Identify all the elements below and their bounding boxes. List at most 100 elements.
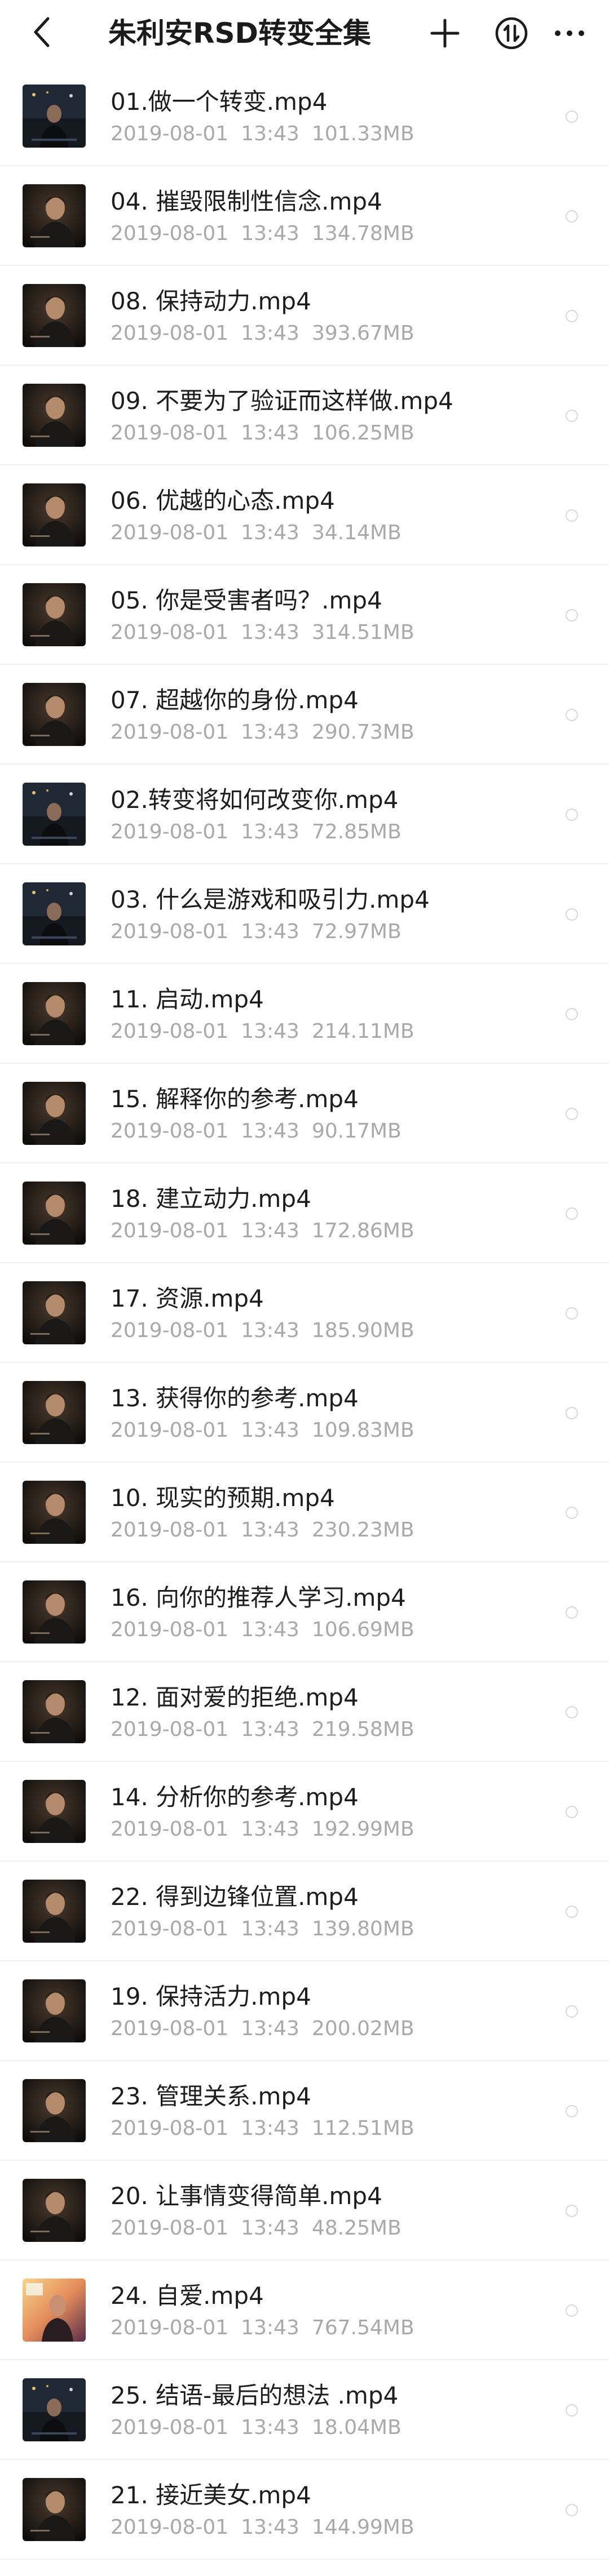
file-name: 14. 分析你的参考.mp4: [111, 1783, 359, 1811]
file-row[interactable]: 16. 向你的推荐人学习.mp4 2019-08-01 13:43 106.69MB: [0, 1562, 609, 1662]
file-row[interactable]: 24. 自爱.mp4 2019-08-01 13:43 767.54MB: [0, 2260, 609, 2360]
more-button[interactable]: [549, 12, 590, 54]
file-time: 13:43: [241, 1419, 299, 1442]
sort-button[interactable]: [491, 12, 532, 54]
video-thumbnail: [23, 1381, 86, 1444]
file-row[interactable]: 12. 面对爱的拒绝.mp4 2019-08-01 13:43 219.58MB: [0, 1662, 609, 1762]
file-row[interactable]: 19. 保持活力.mp4 2019-08-01 13:43 200.02MB: [0, 1961, 609, 2061]
select-radio[interactable]: [566, 1507, 578, 1519]
file-name: 02.转变将如何改变你.mp4: [111, 786, 399, 814]
file-date: 2019-08-01: [111, 1818, 229, 1841]
video-thumbnail: [23, 85, 86, 148]
file-size: 192.99MB: [311, 1818, 414, 1841]
file-date: 2019-08-01: [111, 1917, 229, 1940]
add-button[interactable]: [424, 12, 466, 54]
select-radio[interactable]: [566, 1207, 578, 1220]
select-radio[interactable]: [566, 410, 578, 422]
select-radio[interactable]: [566, 1606, 578, 1619]
select-radio[interactable]: [566, 110, 578, 123]
select-radio[interactable]: [566, 1307, 578, 1320]
video-thumbnail: [23, 1082, 86, 1145]
top-bar: 朱利安RSD转变全集: [0, 0, 609, 66]
file-meta: 2019-08-01 13:43 90.17MB: [111, 1119, 414, 1144]
file-name: 09. 不要为了验证而这样做.mp4: [111, 387, 453, 415]
file-meta: 2019-08-01 13:43 72.97MB: [111, 920, 414, 944]
select-radio[interactable]: [566, 2105, 578, 2117]
file-meta: 2019-08-01 13:43 18.04MB: [111, 2415, 414, 2440]
file-row[interactable]: 20. 让事情变得简单.mp4 2019-08-01 13:43 48.25MB: [0, 2161, 609, 2260]
file-row[interactable]: 14. 分析你的参考.mp4 2019-08-01 13:43 192.99MB: [0, 1762, 609, 1862]
select-radio[interactable]: [566, 908, 578, 921]
select-radio[interactable]: [566, 709, 578, 721]
file-size: 172.86MB: [311, 1219, 414, 1242]
file-date: 2019-08-01: [111, 421, 229, 445]
file-size: 214.11MB: [311, 1020, 414, 1043]
video-thumbnail: [23, 1481, 86, 1544]
file-row[interactable]: 13. 获得你的参考.mp4 2019-08-01 13:43 109.83MB: [0, 1363, 609, 1463]
video-thumbnail: [23, 683, 86, 746]
video-thumbnail: [23, 882, 86, 945]
file-row[interactable]: 01.做一个转变.mp4 2019-08-01 13:43 101.33MB: [0, 66, 609, 166]
select-radio[interactable]: [566, 609, 578, 621]
select-radio[interactable]: [566, 1806, 578, 1818]
select-radio[interactable]: [566, 509, 578, 522]
file-row[interactable]: 11. 启动.mp4 2019-08-01 13:43 214.11MB: [0, 964, 609, 1064]
file-meta: 2019-08-01 13:43 219.58MB: [111, 1717, 427, 1742]
select-radio[interactable]: [566, 2304, 578, 2317]
select-radio[interactable]: [566, 1407, 578, 1419]
video-thumbnail: [23, 2179, 86, 2242]
file-row[interactable]: 04. 摧毁限制性信念.mp4 2019-08-01 13:43 134.78MB: [0, 166, 609, 266]
file-meta: 2019-08-01 13:43 106.69MB: [111, 1618, 427, 1642]
video-thumbnail: [23, 1281, 86, 1344]
select-radio[interactable]: [566, 1906, 578, 1918]
select-radio[interactable]: [566, 2005, 578, 2018]
file-time: 13:43: [241, 1718, 299, 1741]
file-row[interactable]: 08. 保持动力.mp4 2019-08-01 13:43 393.67MB: [0, 266, 609, 366]
file-time: 13:43: [241, 621, 299, 644]
back-button[interactable]: [23, 12, 62, 52]
video-thumbnail: [23, 783, 86, 846]
file-size: 134.78MB: [311, 222, 414, 245]
video-thumbnail: [23, 1780, 86, 1843]
file-row[interactable]: 06. 优越的心态.mp4 2019-08-01 13:43 34.14MB: [0, 465, 609, 565]
file-time: 13:43: [241, 1818, 299, 1841]
file-date: 2019-08-01: [111, 1618, 229, 1641]
file-size: 18.04MB: [311, 2416, 401, 2439]
file-size: 219.58MB: [311, 1718, 414, 1741]
file-meta: 2019-08-01 13:43 101.33MB: [111, 122, 427, 146]
select-radio[interactable]: [566, 2504, 578, 2516]
select-radio[interactable]: [566, 1108, 578, 1120]
file-name: 17. 资源.mp4: [111, 1285, 264, 1312]
file-row[interactable]: 17. 资源.mp4 2019-08-01 13:43 185.90MB: [0, 1263, 609, 1363]
file-size: 106.25MB: [311, 421, 414, 445]
file-meta: 2019-08-01 13:43 109.83MB: [111, 1418, 427, 1443]
file-size: 185.90MB: [311, 1319, 414, 1342]
file-row[interactable]: 21. 接近美女.mp4 2019-08-01 13:43 144.99MB: [0, 2460, 609, 2560]
select-radio[interactable]: [566, 1706, 578, 1718]
file-row[interactable]: 05. 你是受害者吗？.mp4 2019-08-01 13:43 314.51MB: [0, 565, 609, 665]
file-row[interactable]: 23. 管理关系.mp4 2019-08-01 13:43 112.51MB: [0, 2061, 609, 2161]
file-row[interactable]: 10. 现实的预期.mp4 2019-08-01 13:43 230.23MB: [0, 1463, 609, 1562]
select-radio[interactable]: [566, 2404, 578, 2417]
select-radio[interactable]: [566, 210, 578, 223]
video-thumbnail: [23, 1979, 86, 2042]
file-row[interactable]: 03. 什么是游戏和吸引力.mp4 2019-08-01 13:43 72.97MB: [0, 864, 609, 964]
file-row[interactable]: 18. 建立动力.mp4 2019-08-01 13:43 172.86MB: [0, 1163, 609, 1263]
file-list: 01.做一个转变.mp4 2019-08-01 13:43 101.33MB 04. 摧…: [0, 66, 609, 2560]
select-radio[interactable]: [566, 809, 578, 821]
file-row[interactable]: 09. 不要为了验证而这样做.mp4 2019-08-01 13:43 106.25M…: [0, 366, 609, 465]
file-meta: 2019-08-01 13:43 393.67MB: [111, 321, 427, 346]
select-radio[interactable]: [566, 2205, 578, 2217]
file-row[interactable]: 15. 解释你的参考.mp4 2019-08-01 13:43 90.17MB: [0, 1064, 609, 1163]
file-row[interactable]: 25. 结语-最后的想法 .mp4 2019-08-01 13:43 18.04MB: [0, 2360, 609, 2460]
select-radio[interactable]: [566, 310, 578, 322]
file-row[interactable]: 22. 得到边锋位置.mp4 2019-08-01 13:43 139.80MB: [0, 1862, 609, 1961]
file-name: 01.做一个转变.mp4: [111, 88, 328, 116]
file-name: 11. 启动.mp4: [111, 985, 264, 1013]
file-row[interactable]: 07. 超越你的身份.mp4 2019-08-01 13:43 290.73MB: [0, 665, 609, 765]
file-time: 13:43: [241, 1518, 299, 1542]
select-radio[interactable]: [566, 1008, 578, 1020]
file-size: 314.51MB: [311, 621, 414, 644]
file-time: 13:43: [241, 2416, 299, 2439]
file-row[interactable]: 02.转变将如何改变你.mp4 2019-08-01 13:43 72.85MB: [0, 765, 609, 864]
